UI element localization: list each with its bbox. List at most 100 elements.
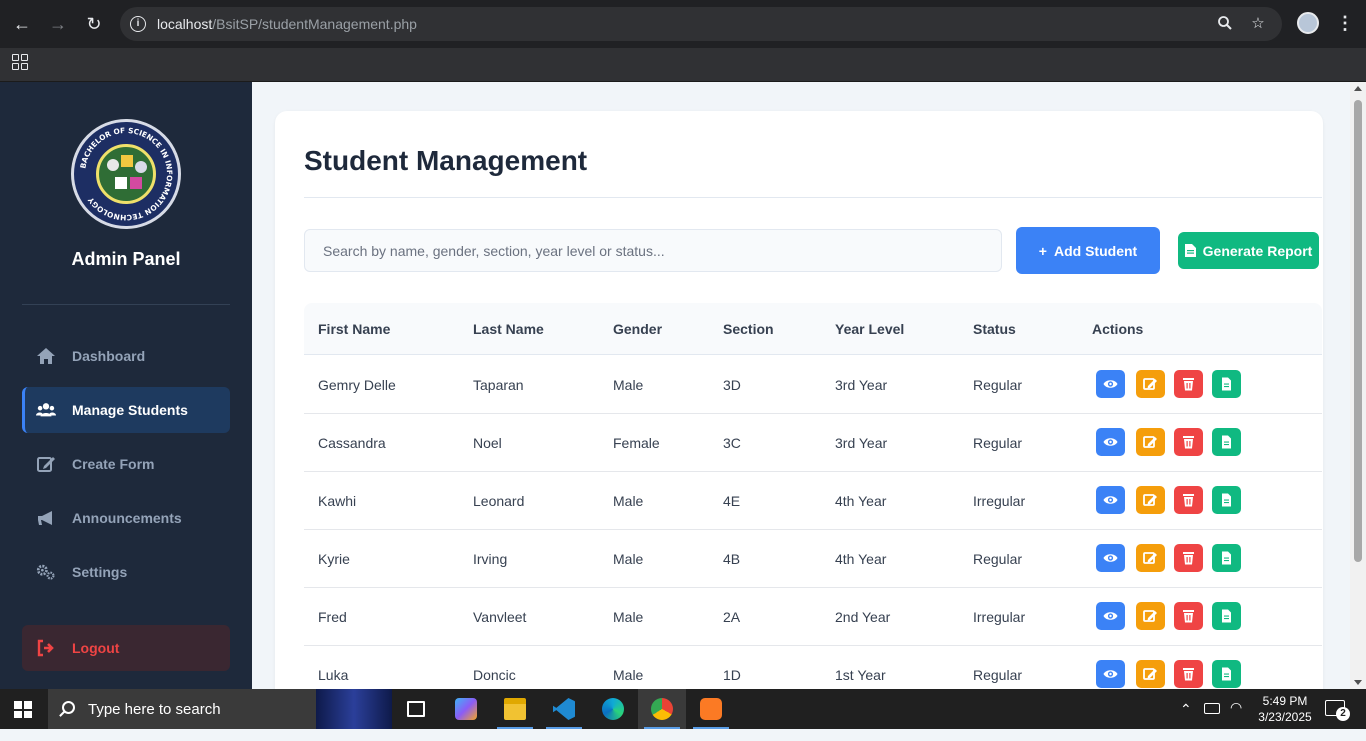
cell-last-name: Taparan bbox=[473, 377, 524, 393]
view-button[interactable] bbox=[1096, 370, 1125, 398]
trash-icon bbox=[1183, 610, 1194, 623]
sidebar: BACHELOR OF SCIENCE IN INFORMATION TECHN… bbox=[0, 82, 252, 689]
document-button[interactable] bbox=[1212, 428, 1241, 456]
forward-arrow-icon[interactable]: → bbox=[46, 12, 70, 36]
view-button[interactable] bbox=[1096, 544, 1125, 572]
document-button[interactable] bbox=[1212, 660, 1241, 688]
scrollbar-thumb[interactable] bbox=[1354, 100, 1362, 562]
windows-taskbar: Type here to search ⌃ ◠ 5:49 PM 3/23/202… bbox=[0, 689, 1366, 729]
clock-date: 3/23/2025 bbox=[1258, 710, 1312, 724]
wifi-icon[interactable]: ◠ bbox=[1230, 699, 1242, 739]
zoom-icon[interactable] bbox=[1216, 15, 1234, 33]
eye-icon bbox=[1103, 670, 1118, 678]
bsit-logo: BACHELOR OF SCIENCE IN INFORMATION TECHN… bbox=[71, 119, 181, 229]
edit-button[interactable] bbox=[1136, 370, 1165, 398]
users-icon bbox=[36, 403, 56, 417]
edit-button[interactable] bbox=[1136, 428, 1165, 456]
eye-icon bbox=[1103, 438, 1118, 446]
delete-button[interactable] bbox=[1174, 544, 1203, 572]
url-host: localhost bbox=[157, 16, 213, 32]
cell-section: 3D bbox=[723, 377, 741, 393]
cell-section: 2A bbox=[723, 609, 741, 625]
address-bar[interactable]: i localhost/BsitSP/studentManagement.php… bbox=[120, 7, 1282, 41]
taskbar-search-text: Type here to search bbox=[88, 701, 221, 718]
sidebar-item-label: Settings bbox=[72, 564, 128, 580]
view-button[interactable] bbox=[1096, 602, 1125, 630]
file-explorer-icon[interactable] bbox=[491, 689, 539, 729]
delete-button[interactable] bbox=[1174, 428, 1203, 456]
cell-section: 1D bbox=[723, 667, 741, 683]
apps-grid-icon[interactable] bbox=[12, 54, 28, 70]
delete-button[interactable] bbox=[1174, 602, 1203, 630]
bookmark-star-icon[interactable]: ☆ bbox=[1249, 15, 1267, 33]
logout-label: Logout bbox=[72, 640, 120, 656]
trash-icon bbox=[1183, 552, 1194, 565]
site-info-icon[interactable]: i bbox=[130, 16, 146, 32]
task-view-icon[interactable] bbox=[392, 689, 440, 729]
cell-first-name: Fred bbox=[318, 609, 347, 625]
sidebar-item-label: Manage Students bbox=[72, 402, 188, 418]
url-text[interactable]: localhost/BsitSP/studentManagement.php bbox=[157, 16, 417, 32]
edit-button[interactable] bbox=[1136, 660, 1165, 688]
cell-section: 4B bbox=[723, 551, 741, 567]
notification-center-icon[interactable]: 2 bbox=[1325, 700, 1350, 721]
trash-icon bbox=[1183, 668, 1194, 681]
scroll-down-arrow-icon[interactable] bbox=[1354, 680, 1362, 685]
cell-first-name: Cassandra bbox=[318, 435, 386, 451]
show-hidden-icons-chevron-icon[interactable]: ⌃ bbox=[1180, 701, 1192, 741]
sidebar-item-settings[interactable]: Settings bbox=[22, 549, 230, 595]
xampp-icon[interactable] bbox=[687, 689, 735, 729]
cell-gender: Male bbox=[613, 667, 644, 683]
system-clock[interactable]: 5:49 PM 3/23/2025 bbox=[1250, 693, 1320, 725]
admin-panel-title: Admin Panel bbox=[71, 249, 181, 269]
view-button[interactable] bbox=[1096, 486, 1125, 514]
chrome-browser-icon[interactable] bbox=[638, 689, 686, 729]
file-icon bbox=[1222, 667, 1231, 681]
cogs-icon bbox=[36, 564, 55, 580]
battery-icon[interactable] bbox=[1204, 703, 1220, 714]
menu-kebab-icon[interactable]: ⋮ bbox=[1336, 12, 1354, 36]
delete-button[interactable] bbox=[1174, 486, 1203, 514]
sidebar-item-announcements[interactable]: Announcements bbox=[22, 495, 230, 541]
vscode-icon[interactable] bbox=[540, 689, 588, 729]
cell-first-name: Luka bbox=[318, 667, 349, 683]
cell-first-name: Kawhi bbox=[318, 493, 357, 509]
sidebar-item-create-form[interactable]: Create Form bbox=[22, 441, 230, 487]
file-icon bbox=[1222, 609, 1231, 623]
cell-year-level: 4th Year bbox=[835, 551, 887, 567]
page-scrollbar[interactable] bbox=[1350, 82, 1366, 689]
table-row: Gemry Delle Taparan Male 3D 3rd Year Regular bbox=[304, 356, 1322, 414]
home-icon bbox=[37, 348, 55, 364]
view-button[interactable] bbox=[1096, 428, 1125, 456]
browser-toolbar: ← → ↻ i localhost/BsitSP/studentManageme… bbox=[0, 0, 1366, 48]
back-arrow-icon[interactable]: ← bbox=[10, 12, 34, 36]
edit-button[interactable] bbox=[1136, 602, 1165, 630]
edit-icon bbox=[1143, 436, 1157, 448]
view-button[interactable] bbox=[1096, 660, 1125, 688]
edit-button[interactable] bbox=[1136, 486, 1165, 514]
copilot-icon[interactable] bbox=[442, 689, 490, 729]
cell-gender: Male bbox=[613, 609, 644, 625]
profile-avatar[interactable] bbox=[1297, 12, 1319, 34]
edge-browser-icon[interactable] bbox=[589, 689, 637, 729]
taskbar-search-box[interactable]: Type here to search bbox=[48, 689, 392, 729]
document-button[interactable] bbox=[1212, 486, 1241, 514]
document-button[interactable] bbox=[1212, 370, 1241, 398]
sidebar-item-manage-students[interactable]: Manage Students bbox=[22, 387, 230, 433]
file-icon bbox=[1222, 377, 1231, 391]
cell-gender: Male bbox=[613, 551, 644, 567]
document-button[interactable] bbox=[1212, 544, 1241, 572]
delete-button[interactable] bbox=[1174, 660, 1203, 688]
windows-start-icon[interactable] bbox=[14, 701, 32, 718]
search-highlight-image bbox=[316, 689, 392, 729]
document-button[interactable] bbox=[1212, 602, 1241, 630]
cell-last-name: Irving bbox=[473, 551, 508, 567]
reload-icon[interactable]: ↻ bbox=[82, 12, 106, 36]
delete-button[interactable] bbox=[1174, 370, 1203, 398]
cell-last-name: Doncic bbox=[473, 667, 516, 683]
cell-gender: Male bbox=[613, 377, 644, 393]
scroll-up-arrow-icon[interactable] bbox=[1354, 86, 1362, 91]
sidebar-item-dashboard[interactable]: Dashboard bbox=[22, 333, 230, 379]
edit-button[interactable] bbox=[1136, 544, 1165, 572]
logout-button[interactable]: Logout bbox=[22, 625, 230, 671]
